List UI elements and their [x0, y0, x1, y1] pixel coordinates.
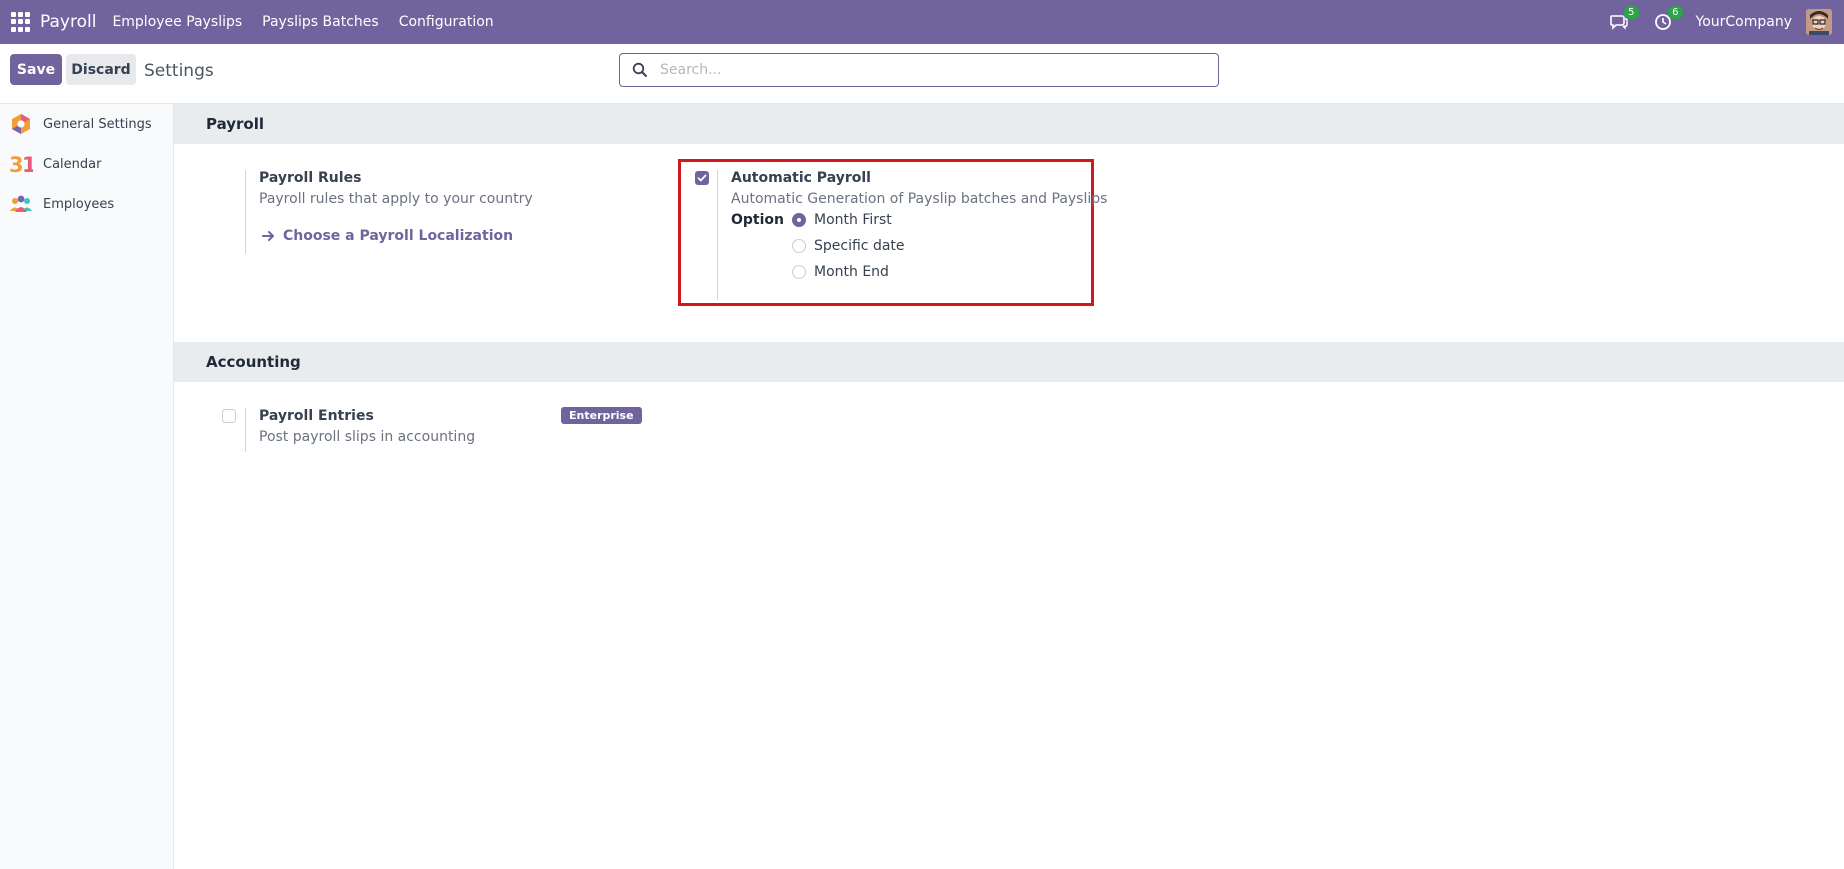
arrow-right-icon — [262, 231, 274, 241]
search-icon — [632, 62, 647, 77]
divider — [245, 170, 246, 254]
automatic-payroll-title: Automatic Payroll — [731, 170, 871, 186]
option-label: Option — [731, 212, 784, 228]
user-avatar[interactable] — [1806, 9, 1832, 35]
messages-count-badge: 5 — [1624, 6, 1639, 19]
radio-button[interactable] — [792, 239, 806, 253]
link-label: Choose a Payroll Localization — [283, 228, 514, 244]
section-header-payroll: Payroll — [174, 104, 1844, 144]
payroll-entries-title: Payroll Entries — [259, 408, 374, 424]
sidebar-item-label: Employees — [43, 196, 115, 212]
radio-button[interactable] — [792, 265, 806, 279]
menu-configuration[interactable]: Configuration — [389, 14, 504, 30]
sidebar-item-label: Calendar — [43, 156, 102, 172]
search-input[interactable] — [660, 62, 1200, 78]
calendar-31-icon: 3 1 — [9, 152, 33, 176]
settings-main: Payroll Payroll Rules Payroll rules that… — [174, 104, 1844, 869]
radio-button-selected[interactable] — [792, 213, 806, 227]
sidebar-item-label: General Settings — [43, 116, 152, 132]
section-header-accounting: Accounting — [174, 342, 1844, 382]
search-box[interactable] — [619, 53, 1219, 87]
control-panel: Save Discard Settings — [0, 44, 1844, 104]
radio-label: Specific date — [814, 238, 905, 254]
divider — [717, 170, 718, 300]
payroll-entries-checkbox[interactable] — [222, 409, 236, 423]
save-button[interactable]: Save — [10, 54, 62, 85]
radio-label: Month End — [814, 264, 889, 280]
employees-icon — [9, 192, 33, 216]
check-icon — [697, 174, 707, 182]
choose-payroll-localization-link[interactable]: Choose a Payroll Localization — [262, 228, 513, 244]
sidebar-item-calendar[interactable]: 3 1 Calendar — [0, 144, 173, 184]
page-title: Settings — [144, 61, 214, 81]
radio-month-first[interactable]: Month First — [792, 212, 892, 228]
payroll-rules-title: Payroll Rules — [259, 170, 362, 186]
messages-button[interactable]: 5 — [1608, 6, 1639, 33]
sidebar-item-employees[interactable]: Employees — [0, 184, 173, 224]
avatar-image — [1806, 9, 1832, 35]
top-navbar: Payroll Employee Payslips Payslips Batch… — [0, 0, 1844, 44]
sidebar-item-general-settings[interactable]: General Settings — [0, 104, 173, 144]
app-menu-grid-icon[interactable] — [11, 12, 31, 32]
menu-employee-payslips[interactable]: Employee Payslips — [102, 14, 252, 30]
activities-button[interactable]: 6 — [1652, 6, 1683, 33]
app-brand[interactable]: Payroll — [40, 12, 96, 32]
radio-specific-date[interactable]: Specific date — [792, 238, 905, 254]
settings-sidebar: General Settings 3 1 Calendar Employees — [0, 104, 174, 869]
company-switcher[interactable]: YourCompany — [1696, 14, 1793, 30]
discard-button[interactable]: Discard — [66, 54, 136, 85]
automatic-payroll-checkbox[interactable] — [695, 171, 709, 185]
payroll-entries-description: Post payroll slips in accounting — [259, 429, 476, 445]
odoo-settings-icon — [9, 112, 33, 136]
menu-payslips-batches[interactable]: Payslips Batches — [252, 14, 389, 30]
automatic-payroll-description: Automatic Generation of Payslip batches … — [731, 191, 1108, 207]
enterprise-badge[interactable]: Enterprise — [561, 407, 642, 424]
radio-label: Month First — [814, 212, 892, 228]
payroll-rules-description: Payroll rules that apply to your country — [259, 191, 533, 207]
radio-month-end[interactable]: Month End — [792, 264, 889, 280]
activities-count-badge: 6 — [1668, 6, 1683, 19]
divider — [245, 408, 246, 452]
svg-text:1: 1 — [22, 153, 33, 175]
